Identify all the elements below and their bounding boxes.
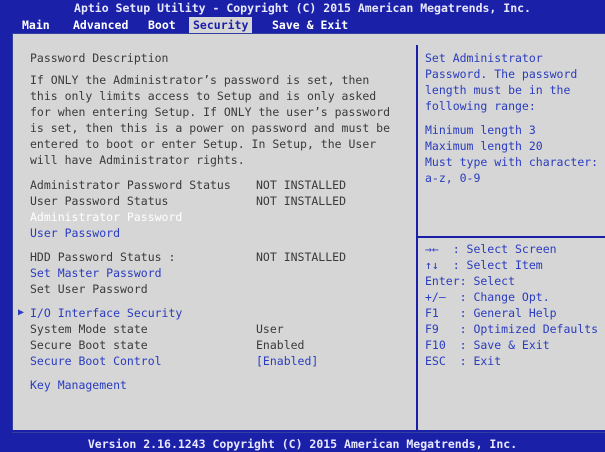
help-range-line: Maximum length 20: [425, 139, 543, 153]
system-mode-state-value: User: [256, 322, 284, 336]
user-password-status-value: NOT INSTALLED: [256, 194, 347, 208]
secure-boot-state-value: Enabled: [256, 338, 305, 352]
description-line: If ONLY the Administrator’s password is …: [30, 73, 370, 87]
version-footer: Version 2.16.1243 Copyright (C) 2015 Ame…: [87, 437, 518, 451]
tab-boot[interactable]: Boot: [144, 17, 180, 33]
description-line: this only limits access to Setup and is …: [30, 89, 377, 103]
key-enter-select: Enter: Select: [425, 274, 516, 288]
user-password-status-label: User Password Status: [30, 194, 169, 208]
description-line: entered to boot or enter Setup. In Setup…: [30, 137, 377, 151]
key-exit: ESC : Exit: [425, 354, 502, 368]
help-text-line: Set Administrator: [425, 51, 543, 65]
system-mode-state-label: System Mode state: [30, 322, 148, 336]
submenu-arrow-icon: ▶: [18, 307, 25, 318]
secure-boot-control-label[interactable]: Secure Boot Control: [30, 353, 162, 369]
user-password-item[interactable]: User Password: [30, 225, 120, 241]
key-save-exit: F10 : Save & Exit: [425, 338, 550, 352]
secure-boot-control-value[interactable]: [Enabled]: [256, 353, 318, 369]
help-range-line: Minimum length 3: [425, 123, 536, 137]
help-text-line: following range:: [425, 99, 536, 113]
help-range-line: Must type with character:: [425, 155, 599, 169]
key-optimized-defaults: F9 : Optimized Defaults: [425, 322, 599, 336]
hdd-password-status-value: NOT INSTALLED: [256, 250, 347, 264]
description-line: is set, then this is a power on password…: [30, 121, 391, 135]
tab-security[interactable]: Security: [189, 17, 253, 33]
key-general-help: F1 : General Help: [425, 306, 557, 320]
admin-password-status-value: NOT INSTALLED: [256, 178, 347, 192]
tab-advanced[interactable]: Advanced: [69, 17, 132, 33]
password-description-heading: Password Description: [30, 51, 169, 65]
help-range-line: a-z, 0-9: [425, 171, 481, 185]
tab-bar: Main Advanced Boot Security Save & Exit: [0, 16, 605, 33]
key-select-item: ↑↓ : Select Item: [425, 258, 543, 272]
help-text-line: length must be in the: [425, 83, 571, 97]
tab-main[interactable]: Main: [18, 17, 54, 33]
hdd-password-status-label: HDD Password Status :: [30, 250, 176, 264]
help-separator: [418, 236, 605, 238]
set-user-password-item[interactable]: Set User Password: [30, 281, 148, 297]
tab-save-exit[interactable]: Save & Exit: [268, 17, 352, 33]
set-master-password-item[interactable]: Set Master Password: [30, 265, 162, 281]
description-line: will have Administrator rights.: [30, 153, 245, 167]
key-change-opt: +/— : Change Opt.: [425, 290, 550, 304]
bottom-border: [12, 430, 605, 432]
key-select-screen: →← : Select Screen: [425, 242, 557, 256]
io-interface-security-item[interactable]: I/O Interface Security: [30, 305, 182, 321]
administrator-password-item[interactable]: Administrator Password: [30, 209, 182, 225]
key-management-item[interactable]: Key Management: [30, 377, 127, 393]
help-text-line: Password. The password: [425, 67, 578, 81]
window-title: Aptio Setup Utility - Copyright (C) 2015…: [0, 0, 605, 16]
secure-boot-state-label: Secure Boot state: [30, 338, 148, 352]
admin-password-status-label: Administrator Password Status: [30, 178, 231, 192]
description-line: for when entering Setup. If ONLY the use…: [30, 105, 391, 119]
